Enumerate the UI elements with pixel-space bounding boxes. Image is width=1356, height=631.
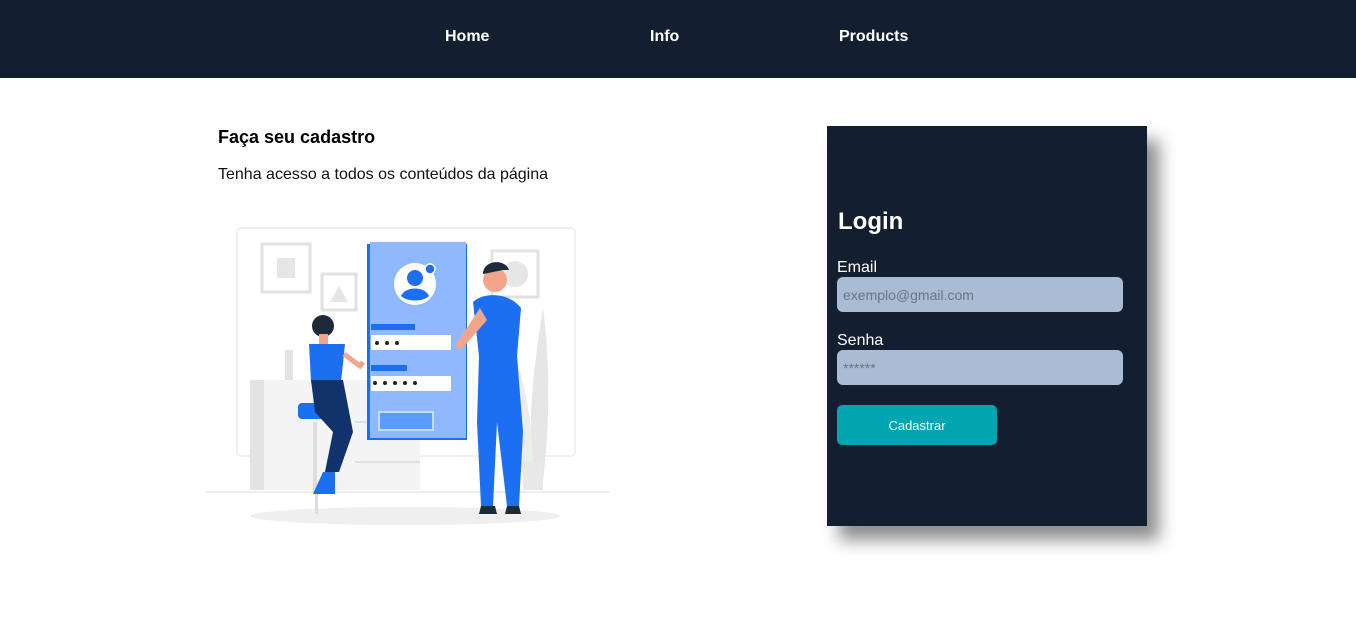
nav-link-info[interactable]: Info bbox=[650, 28, 679, 46]
password-label: Senha bbox=[837, 332, 884, 349]
login-title: Login bbox=[838, 208, 904, 235]
nav-link-home[interactable]: Home bbox=[445, 28, 489, 46]
signup-subheading: Tenha acesso a todos os conteúdos da pág… bbox=[218, 166, 549, 183]
login-card: Login Email Senha Cadastrar bbox=[827, 126, 1147, 526]
email-field[interactable] bbox=[837, 277, 1123, 312]
password-field[interactable] bbox=[837, 350, 1123, 385]
signup-illustration bbox=[205, 227, 610, 525]
signup-heading: Faça seu cadastro bbox=[218, 127, 376, 147]
signup-button[interactable]: Cadastrar bbox=[837, 405, 997, 445]
nav-link-products[interactable]: Products bbox=[839, 28, 908, 46]
email-label: Email bbox=[837, 259, 878, 276]
top-navbar: Home Info Products bbox=[0, 0, 1356, 78]
